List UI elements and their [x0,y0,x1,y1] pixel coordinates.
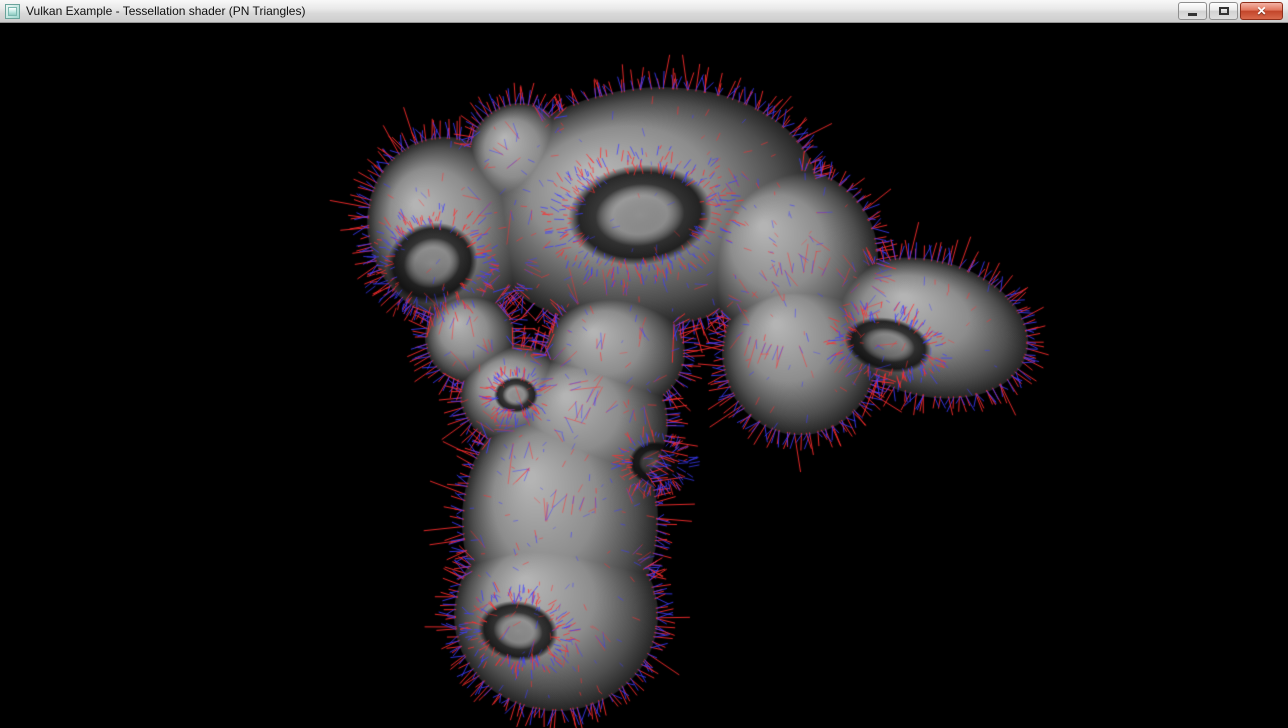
viewport-area [0,23,1288,728]
caption-buttons: ✕ [1178,2,1283,20]
vulkan-3d-viewport[interactable] [0,23,1288,728]
window-title: Vulkan Example - Tessellation shader (PN… [26,0,1172,22]
minimize-icon [1188,13,1197,16]
titlebar[interactable]: Vulkan Example - Tessellation shader (PN… [0,0,1288,23]
close-icon: ✕ [1256,5,1266,17]
close-button[interactable]: ✕ [1240,2,1283,20]
maximize-button[interactable] [1209,2,1238,20]
app-window: Vulkan Example - Tessellation shader (PN… [0,0,1288,728]
minimize-button[interactable] [1178,2,1207,20]
maximize-icon [1219,7,1229,15]
app-icon [5,4,20,19]
